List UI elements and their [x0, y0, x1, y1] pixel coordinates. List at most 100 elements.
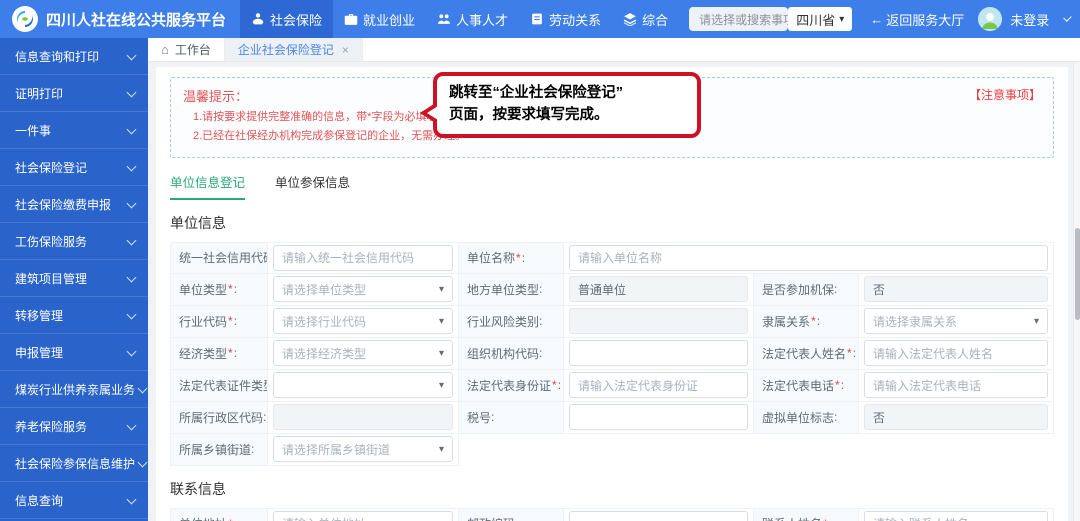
- text-input[interactable]: [569, 511, 748, 521]
- select-placeholder: 请选择经济类型: [282, 345, 366, 362]
- page-tab-label: 企业社会保险登记: [238, 41, 334, 58]
- field-cell: 请输入法定代表身份证: [564, 370, 754, 402]
- search-input[interactable]: 请选择或搜索事项: [689, 7, 788, 31]
- sidebar-item-7[interactable]: 转移管理: [0, 297, 148, 334]
- text-input[interactable]: 请输入联系人姓名: [864, 511, 1048, 521]
- select-placeholder: 请选择行业代码: [282, 313, 366, 330]
- user-avatar[interactable]: [978, 7, 1002, 31]
- field-label-text: 法定代表证件类型: [179, 377, 268, 394]
- field-label: 税号:: [459, 402, 564, 434]
- sidebar-item-8[interactable]: 申报管理: [0, 334, 148, 371]
- header-chevron-down-icon[interactable]: [1064, 13, 1072, 21]
- readonly-value: 否: [873, 281, 885, 298]
- chevron-down-icon: [127, 161, 137, 171]
- select-field[interactable]: 请选择隶属关系▾: [864, 308, 1048, 334]
- home-icon: ⌂: [161, 42, 169, 57]
- nav-item-labor-relations[interactable]: 劳动关系: [519, 0, 612, 38]
- vertical-scrollbar[interactable]: [1073, 63, 1080, 521]
- sidebar-item-1[interactable]: 证明打印: [0, 75, 148, 112]
- notice-link[interactable]: 【注意事项】: [969, 86, 1041, 103]
- nav-item-comprehensive[interactable]: 综合: [612, 0, 679, 38]
- required-asterisk: *: [835, 378, 840, 392]
- select-field[interactable]: ▾: [273, 372, 453, 398]
- text-input[interactable]: 请输入统一社会信用代码: [273, 245, 453, 271]
- close-tab-icon[interactable]: ×: [342, 43, 349, 57]
- talent-icon: [437, 12, 451, 26]
- field-label-text: 邮政编码: [467, 515, 515, 521]
- field-label-text: 行业代码: [179, 313, 227, 330]
- sidebar-item-label: 申报管理: [15, 344, 63, 361]
- field-label: 单位地址*:: [170, 508, 268, 521]
- sidebar-item-5[interactable]: 工伤保险服务: [0, 223, 148, 260]
- field-label: 单位类型*:: [170, 274, 268, 306]
- field-label-text: 所属行政区代码: [179, 409, 263, 426]
- page-tab-1[interactable]: 企业社会保险登记 ×: [225, 38, 363, 61]
- sidebar-item-11[interactable]: 社会保险参保信息维护: [0, 445, 148, 482]
- field-cell: 请选择单位类型▾: [268, 274, 459, 306]
- sidebar-item-6[interactable]: 建筑项目管理: [0, 260, 148, 297]
- nav-item-social-insurance[interactable]: 社会保险: [240, 0, 333, 38]
- region-selector[interactable]: 四川省 ▾: [788, 7, 852, 31]
- scrollbar-thumb[interactable]: [1075, 228, 1080, 320]
- input-placeholder: 请输入统一社会信用代码: [282, 249, 414, 266]
- sidebar-item-12[interactable]: 信息查询: [0, 482, 148, 519]
- field-cell: ▾: [268, 370, 459, 402]
- text-input[interactable]: 请输入单位名称: [569, 245, 1048, 271]
- required-asterisk: *: [228, 282, 233, 296]
- field-label-text: 所属乡镇街道: [179, 441, 251, 458]
- sidebar-item-2[interactable]: 一件事: [0, 112, 148, 149]
- section-title: 单位信息: [170, 213, 1054, 233]
- region-label: 四川省: [796, 10, 835, 29]
- select-arrow-icon: ▾: [439, 380, 444, 391]
- callout-line: 页面，按要求填写完成。: [449, 105, 685, 127]
- required-asterisk: *: [552, 378, 557, 392]
- field-label-text: 单位地址: [179, 515, 227, 521]
- chevron-down-icon: [127, 50, 137, 60]
- readonly-field: 否: [864, 404, 1048, 430]
- content-body: 温馨提示： 1.请按要求提供完整准确的信息，带*字段为必填项目。2.已经在社保经…: [148, 62, 1080, 521]
- text-input[interactable]: 请输入法定代表身份证: [569, 372, 748, 398]
- field-label: 是否参加机保:: [754, 274, 859, 306]
- back-link-label: 返回服务大厅: [886, 10, 964, 29]
- sidebar-item-3[interactable]: 社会保险登记: [0, 149, 148, 186]
- text-input[interactable]: 请输入单位地址: [273, 511, 453, 521]
- select-field[interactable]: 请选择经济类型▾: [273, 340, 453, 366]
- field-cell: 请选择经济类型▾: [268, 338, 459, 370]
- select-field[interactable]: 请选择单位类型▾: [273, 276, 453, 302]
- text-input[interactable]: 请输入法定代表电话: [864, 372, 1048, 398]
- text-input[interactable]: [569, 340, 748, 366]
- input-placeholder: 请输入法定代表人姓名: [873, 345, 993, 362]
- subtab-1[interactable]: 单位参保信息: [275, 172, 350, 200]
- chevron-down-icon: [127, 272, 137, 282]
- select-field[interactable]: 请选择行业代码▾: [273, 308, 453, 334]
- required-asterisk: *: [516, 251, 521, 265]
- text-input[interactable]: [569, 404, 748, 430]
- nav-item-employment[interactable]: 就业创业: [333, 0, 426, 38]
- sidebar-item-label: 建筑项目管理: [15, 270, 87, 287]
- page-tab-0[interactable]: ⌂工作台: [148, 38, 225, 61]
- select-field[interactable]: 请选择所属乡镇街道▾: [273, 436, 453, 462]
- field-cell: 请输入法定代表电话: [859, 370, 1054, 402]
- nav-item-talent[interactable]: 人事人才: [426, 0, 519, 38]
- sidebar-item-0[interactable]: 信息查询和打印: [0, 38, 148, 75]
- required-asterisk: *: [811, 314, 816, 328]
- sidebar-item-10[interactable]: 养老保险服务: [0, 408, 148, 445]
- field-label-text: 税号: [467, 409, 491, 426]
- text-input[interactable]: 请输入法定代表人姓名: [864, 340, 1048, 366]
- sidebar-item-9[interactable]: 煤炭行业供养亲属业务: [0, 371, 148, 408]
- field-label: 行业风险类别:: [459, 306, 564, 338]
- subtab-0[interactable]: 单位信息登记: [170, 172, 245, 200]
- required-asterisk: *: [228, 314, 233, 328]
- readonly-field: [569, 308, 748, 334]
- chevron-down-icon: [127, 124, 137, 134]
- main-layout: 信息查询和打印证明打印一件事社会保险登记社会保险缴费申报工伤保险服务建筑项目管理…: [0, 38, 1080, 521]
- sidebar-menu: 信息查询和打印证明打印一件事社会保险登记社会保险缴费申报工伤保险服务建筑项目管理…: [0, 38, 148, 521]
- login-status[interactable]: 未登录: [1010, 10, 1049, 29]
- sidebar-item-4[interactable]: 社会保险缴费申报: [0, 186, 148, 223]
- section-title: 联系信息: [170, 479, 1054, 499]
- form-row: 经济类型*:请选择经济类型▾组织机构代码:法定代表人姓名*:请输入法定代表人姓名: [170, 338, 1054, 370]
- back-to-hall-link[interactable]: ← 返回服务大厅: [870, 10, 964, 29]
- field-label-text: 联系人姓名: [762, 515, 822, 521]
- field-label-text: 法定代表电话: [762, 377, 834, 394]
- select-arrow-icon: ▾: [439, 444, 444, 455]
